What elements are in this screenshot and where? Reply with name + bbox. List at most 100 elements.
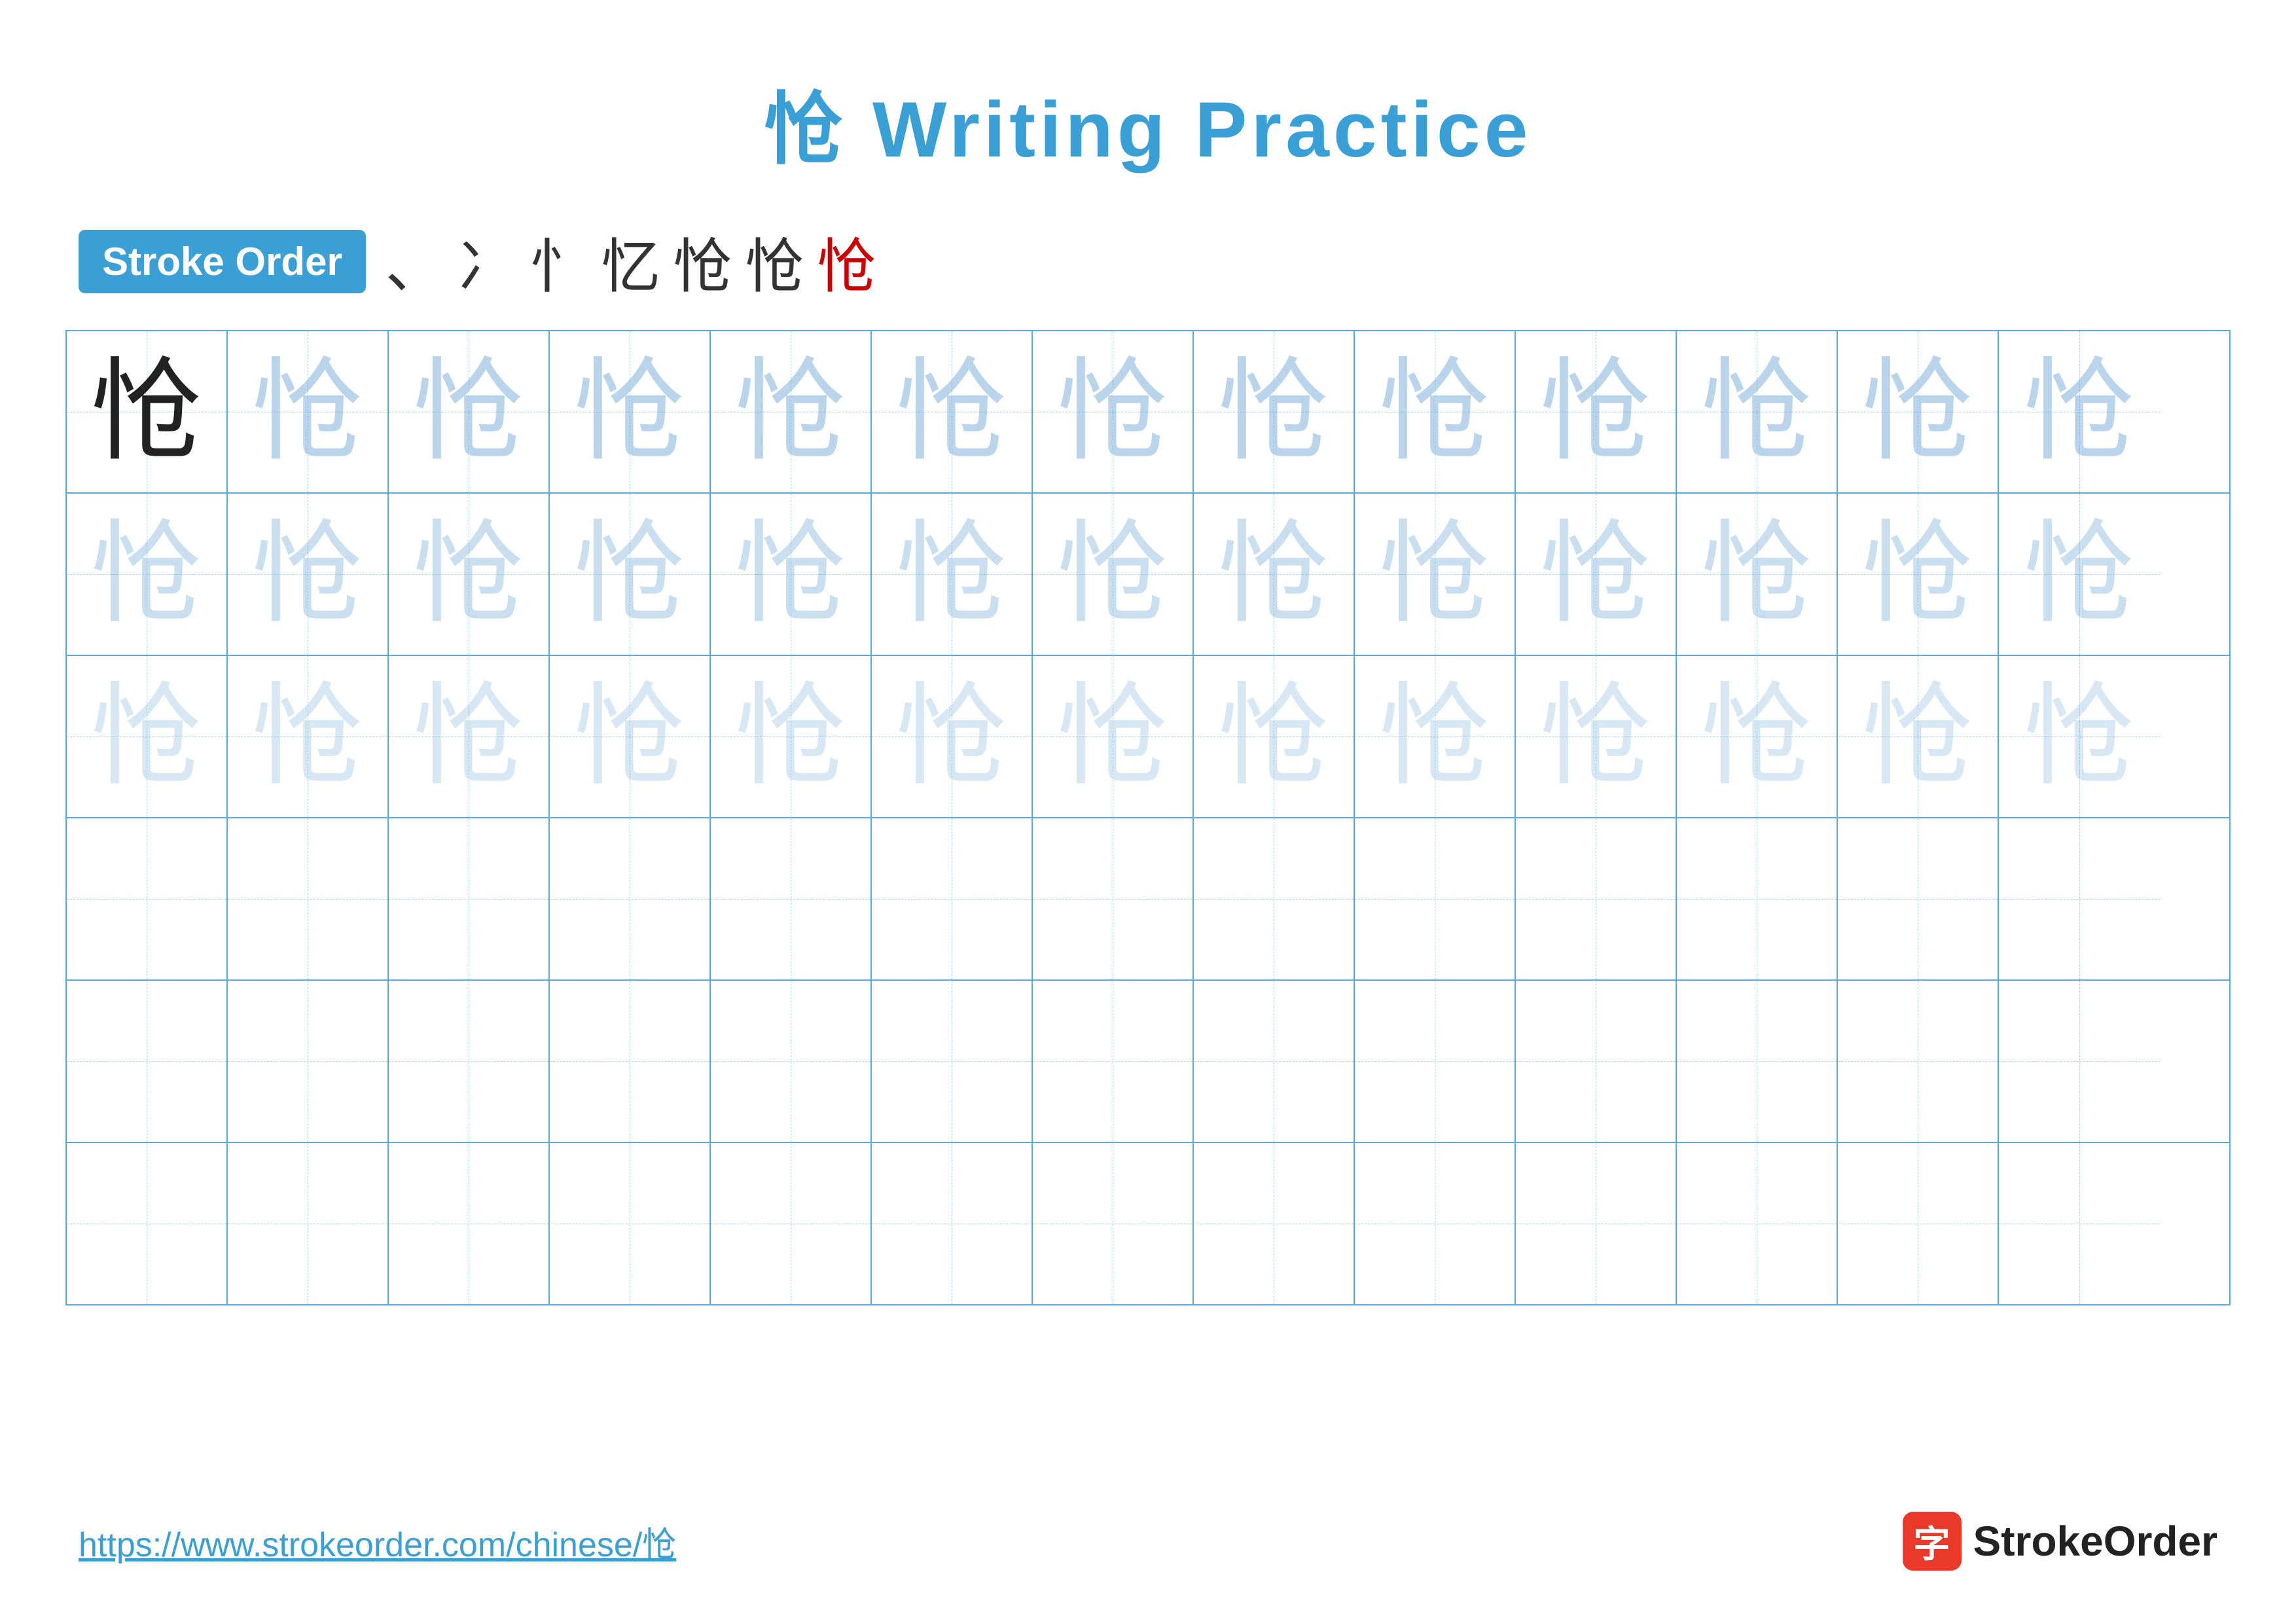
cell-5-4[interactable] [550,981,711,1142]
char-solid: 怆 [91,356,202,467]
cell-1-3: 怆 [389,331,550,492]
cell-1-8: 怆 [1194,331,1355,492]
cell-6-1[interactable] [67,1143,228,1304]
cell-5-3[interactable] [389,981,550,1142]
cell-5-7[interactable] [1033,981,1194,1142]
cell-5-11[interactable] [1677,981,1838,1142]
cell-3-5: 怆 [711,656,872,817]
cell-5-1[interactable] [67,981,228,1142]
stroke-2: 冫 [457,219,516,304]
cell-1-7: 怆 [1033,331,1194,492]
cell-3-1: 怆 [67,656,228,817]
cell-1-6: 怆 [872,331,1033,492]
cell-1-5: 怆 [711,331,872,492]
cell-1-12: 怆 [1838,331,1999,492]
cell-4-11[interactable] [1677,818,1838,979]
cell-4-12[interactable] [1838,818,1999,979]
grid-row-3: 怆 怆 怆 怆 怆 怆 怆 怆 怆 怆 怆 怆 [67,656,2229,818]
cell-2-6: 怆 [872,494,1033,655]
cell-3-2: 怆 [228,656,389,817]
grid-row-5 [67,981,2229,1143]
footer-logo: 字 StrokeOrder [1903,1512,2217,1571]
cell-5-6[interactable] [872,981,1033,1142]
cell-5-8[interactable] [1194,981,1355,1142]
cell-3-9: 怆 [1355,656,1516,817]
cell-5-10[interactable] [1516,981,1677,1142]
cell-4-5[interactable] [711,818,872,979]
cell-2-7: 怆 [1033,494,1194,655]
footer: https://www.strokeorder.com/chinese/怆 字 … [0,1512,2296,1571]
cell-3-12: 怆 [1838,656,1999,817]
stroke-order-section: Stroke Order 、 冫 忄 忆 怆 怆 怆 [79,219,2217,304]
cell-2-1: 怆 [67,494,228,655]
cell-4-9[interactable] [1355,818,1516,979]
cell-5-2[interactable] [228,981,389,1142]
cell-4-10[interactable] [1516,818,1677,979]
cell-6-13[interactable] [1999,1143,2160,1304]
page-title: 怆 Writing Practice [0,0,2296,179]
strokeorder-logo-icon: 字 [1903,1512,1962,1571]
cell-6-11[interactable] [1677,1143,1838,1304]
cell-4-2[interactable] [228,818,389,979]
grid-row-4 [67,818,2229,981]
cell-5-12[interactable] [1838,981,1999,1142]
footer-url[interactable]: https://www.strokeorder.com/chinese/怆 [79,1517,676,1566]
cell-4-3[interactable] [389,818,550,979]
practice-grid: 怆 怆 怆 怆 怆 怆 怆 怆 怆 怆 怆 怆 [65,330,2231,1305]
stroke-3: 忄 [529,219,588,304]
cell-2-8: 怆 [1194,494,1355,655]
cell-2-4: 怆 [550,494,711,655]
footer-logo-text: StrokeOrder [1973,1517,2217,1565]
cell-1-2: 怆 [228,331,389,492]
cell-2-2: 怆 [228,494,389,655]
cell-5-13[interactable] [1999,981,2160,1142]
stroke-4: 忆 [601,219,660,304]
cell-4-1[interactable] [67,818,228,979]
cell-1-9: 怆 [1355,331,1516,492]
cell-6-10[interactable] [1516,1143,1677,1304]
cell-4-6[interactable] [872,818,1033,979]
stroke-1: 、 [386,219,444,304]
cell-6-6[interactable] [872,1143,1033,1304]
cell-2-5: 怆 [711,494,872,655]
cell-6-7[interactable] [1033,1143,1194,1304]
cell-3-3: 怆 [389,656,550,817]
cell-4-8[interactable] [1194,818,1355,979]
cell-1-11: 怆 [1677,331,1838,492]
cell-3-7: 怆 [1033,656,1194,817]
cell-4-7[interactable] [1033,818,1194,979]
cell-3-6: 怆 [872,656,1033,817]
cell-2-9: 怆 [1355,494,1516,655]
cell-1-1: 怆 [67,331,228,492]
cell-2-10: 怆 [1516,494,1677,655]
cell-5-9[interactable] [1355,981,1516,1142]
cell-3-4: 怆 [550,656,711,817]
cell-4-4[interactable] [550,818,711,979]
cell-6-12[interactable] [1838,1143,1999,1304]
cell-6-9[interactable] [1355,1143,1516,1304]
cell-1-13: 怆 [1999,331,2160,492]
cell-6-2[interactable] [228,1143,389,1304]
cell-2-12: 怆 [1838,494,1999,655]
cell-6-4[interactable] [550,1143,711,1304]
stroke-order-badge: Stroke Order [79,230,366,293]
cell-6-8[interactable] [1194,1143,1355,1304]
grid-row-6 [67,1143,2229,1304]
cell-3-8: 怆 [1194,656,1355,817]
cell-1-10: 怆 [1516,331,1677,492]
cell-4-13[interactable] [1999,818,2160,979]
cell-5-5[interactable] [711,981,872,1142]
grid-row-2: 怆 怆 怆 怆 怆 怆 怆 怆 怆 怆 怆 怆 [67,494,2229,656]
cell-3-10: 怆 [1516,656,1677,817]
grid-row-1: 怆 怆 怆 怆 怆 怆 怆 怆 怆 怆 怆 怆 [67,331,2229,494]
cell-3-11: 怆 [1677,656,1838,817]
cell-1-4: 怆 [550,331,711,492]
cell-3-13: 怆 [1999,656,2160,817]
stroke-6: 怆 [745,219,804,304]
cell-6-5[interactable] [711,1143,872,1304]
cell-2-11: 怆 [1677,494,1838,655]
stroke-sequence: 、 冫 忄 忆 怆 怆 怆 [386,219,876,304]
title-text: 怆 Writing Practice [764,86,1532,173]
cell-6-3[interactable] [389,1143,550,1304]
cell-2-3: 怆 [389,494,550,655]
